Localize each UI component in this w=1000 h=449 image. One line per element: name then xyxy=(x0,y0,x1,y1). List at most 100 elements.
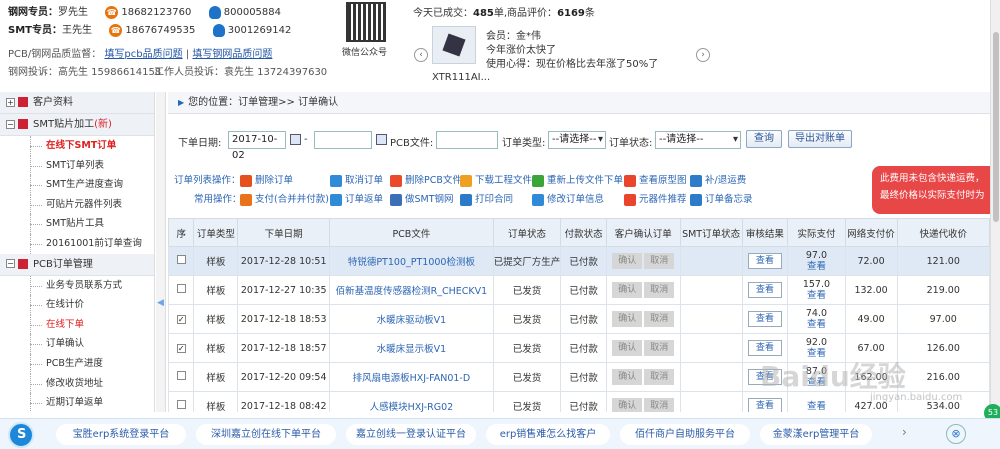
quality-link-stencil[interactable]: 填写钢网品质问题 xyxy=(192,49,272,60)
pay-merge-button[interactable]: 支付(合并并付款) xyxy=(240,191,329,206)
pcb-file-link[interactable]: 水暖床驱动板V1 xyxy=(377,315,447,326)
table-row[interactable]: 样板 2017-12-28 10:51 特锐德PT100_PT1000检测板 已提交厂… xyxy=(168,246,990,276)
sidebar-group-smt[interactable]: − SMT贴片加工(新) xyxy=(0,114,154,136)
cancel-button[interactable]: 取消 xyxy=(644,398,675,412)
pcb-file-cell[interactable]: 水暖床显示板V1 xyxy=(329,333,494,363)
date-to-input[interactable] xyxy=(314,131,372,149)
download-engineering-button[interactable]: 下载工程文件 xyxy=(460,172,532,187)
checkbox[interactable]: ✓ xyxy=(176,343,186,353)
freight-refund-button[interactable]: 补/退运费 xyxy=(690,172,746,187)
view-pay-link[interactable]: 查看 xyxy=(789,319,844,330)
sidebar-item-smt-order-list[interactable]: SMT订单列表 xyxy=(0,155,154,176)
sidebar-item-smt-progress[interactable]: SMT生产进度查询 xyxy=(0,175,154,195)
pcb-file-link[interactable]: 佰新基温度传感器检测R_CHECKV1 xyxy=(336,286,488,297)
delete-order-button[interactable]: 删除订单 xyxy=(240,172,293,187)
order-memo-button[interactable]: 订单备忘录 xyxy=(690,191,753,206)
calendar-icon[interactable] xyxy=(290,134,301,145)
sidebar-item-smt-tools[interactable]: SMT贴片工具 xyxy=(0,214,154,234)
collapse-arrow-icon[interactable]: ◀ xyxy=(157,298,164,308)
cancel-button[interactable]: 取消 xyxy=(644,311,675,327)
date-from-input[interactable]: 2017-10-02 xyxy=(228,131,286,161)
checkbox[interactable] xyxy=(176,400,186,409)
chevron-right-icon[interactable]: › xyxy=(902,425,907,439)
bottom-link-4[interactable]: erp销售难怎么找客户 xyxy=(486,424,610,445)
next-arrow-icon[interactable]: › xyxy=(696,48,710,62)
page-scrollbar[interactable] xyxy=(990,0,1000,420)
confirm-button[interactable]: 确认 xyxy=(612,398,643,412)
collapse-icon[interactable]: − xyxy=(6,259,15,269)
confirm-button[interactable]: 确认 xyxy=(612,311,643,327)
view-pay-link[interactable]: 查看 xyxy=(789,261,844,272)
view-prototype-button[interactable]: 查看原型图 xyxy=(624,172,687,187)
calendar-icon[interactable] xyxy=(376,134,387,145)
pcb-file-link[interactable]: 特锐德PT100_PT1000检测板 xyxy=(348,257,475,268)
row-checkbox[interactable] xyxy=(168,391,195,412)
checkbox[interactable] xyxy=(176,371,186,380)
sidebar-item-quote[interactable]: 在线计价 xyxy=(0,295,154,315)
pcb-file-cell[interactable]: 排风扇电源板HXJ-FAN01-D xyxy=(329,362,494,392)
pcb-file-input[interactable] xyxy=(436,131,498,149)
cancel-button[interactable]: 取消 xyxy=(644,253,675,269)
bottom-link-6[interactable]: 金蒙漾erp管理平台 xyxy=(760,424,872,445)
make-smt-stencil-button[interactable]: 做SMT钢网 xyxy=(390,191,454,206)
sidebar-item-old-orders[interactable]: 20161001前订单查询 xyxy=(0,233,154,254)
row-checkbox[interactable]: ✓ xyxy=(168,304,195,334)
cancel-order-button[interactable]: 取消订单 xyxy=(330,172,383,187)
sidebar-item-components[interactable]: 可贴片元器件列表 xyxy=(0,194,154,215)
view-button[interactable]: 查看 xyxy=(747,282,782,298)
expand-icon[interactable]: + xyxy=(6,97,15,107)
close-icon[interactable]: ⊗ xyxy=(946,424,966,444)
collapse-icon[interactable]: − xyxy=(6,119,15,129)
pcb-file-link[interactable]: 人感模块HXJ-RG02 xyxy=(370,402,454,412)
order-type-select[interactable]: --请选择-- xyxy=(548,131,606,149)
delete-pcb-file-button[interactable]: 删除PCB文件 xyxy=(390,172,462,187)
checkbox[interactable] xyxy=(176,284,186,293)
view-pay-link[interactable]: 查看 xyxy=(789,290,844,301)
reorder-button[interactable]: 订单返单 xyxy=(330,191,383,206)
query-button[interactable]: 查询 xyxy=(746,130,782,148)
pcb-file-link[interactable]: 水暖床显示板V1 xyxy=(377,344,447,355)
view-button[interactable]: 查看 xyxy=(747,311,782,327)
checkbox[interactable]: ✓ xyxy=(176,314,186,324)
checkbox[interactable] xyxy=(176,255,186,264)
cancel-button[interactable]: 取消 xyxy=(644,282,675,298)
sidebar-item-reorder[interactable]: 近期订单返单 xyxy=(0,393,154,412)
confirm-button[interactable]: 确认 xyxy=(612,253,643,269)
row-checkbox[interactable] xyxy=(168,246,195,276)
cancel-button[interactable]: 取消 xyxy=(644,369,675,385)
print-contract-button[interactable]: 打印合同 xyxy=(460,191,513,206)
table-row[interactable]: ✓ 样板 2017-12-18 18:53 水暖床驱动板V1 已发货 已付款 确认 取消 查看 7… xyxy=(168,304,990,334)
prev-arrow-icon[interactable]: ‹ xyxy=(414,48,428,62)
cancel-button[interactable]: 取消 xyxy=(644,340,675,356)
product-thumbnail[interactable] xyxy=(432,26,476,64)
table-row[interactable]: 样板 2017-12-27 10:35 佰新基温度传感器检测R_CHECKV1 已发货… xyxy=(168,275,990,305)
pcb-file-cell[interactable]: 佰新基温度传感器检测R_CHECKV1 xyxy=(329,275,494,305)
bottom-link-2[interactable]: 深圳嘉立创在线下单平台 xyxy=(196,424,336,445)
pcb-file-link[interactable]: 排风扇电源板HXJ-FAN01-D xyxy=(353,373,471,384)
quality-link-pcb[interactable]: 填写pcb品质问题 xyxy=(104,49,182,60)
row-checkbox[interactable] xyxy=(168,275,195,305)
sidebar-item-address[interactable]: 修改收货地址 xyxy=(0,373,154,394)
confirm-button[interactable]: 确认 xyxy=(612,340,643,356)
view-button[interactable]: 查看 xyxy=(747,253,782,269)
row-checkbox[interactable]: ✓ xyxy=(168,333,195,363)
sidebar-toggle[interactable]: ◀ xyxy=(156,92,166,412)
sidebar-item-order-confirm[interactable]: 订单确认 xyxy=(0,334,154,354)
confirm-button[interactable]: 确认 xyxy=(612,369,643,385)
view-pay-link[interactable]: 查看 xyxy=(789,401,844,412)
edit-order-info-button[interactable]: 修改订单信息 xyxy=(532,191,604,206)
view-button[interactable]: 查看 xyxy=(747,340,782,356)
sidebar-item-pcb-progress[interactable]: PCB生产进度 xyxy=(0,353,154,374)
component-recommend-button[interactable]: 元器件推荐 xyxy=(624,191,687,206)
sidebar-item-place-order[interactable]: 在线下单 xyxy=(0,314,154,335)
confirm-button[interactable]: 确认 xyxy=(612,282,643,298)
sidebar-item-online-smt-order[interactable]: 在线下SMT订单 xyxy=(0,136,154,156)
row-checkbox[interactable] xyxy=(168,362,195,392)
pcb-file-cell[interactable]: 特锐德PT100_PT1000检测板 xyxy=(329,246,494,276)
scrollbar-thumb[interactable] xyxy=(993,32,999,222)
sidebar-group-pcb[interactable]: − PCB订单管理 xyxy=(0,253,154,276)
pcb-file-cell[interactable]: 人感模块HXJ-RG02 xyxy=(329,391,494,412)
export-statement-button[interactable]: 导出对账单 xyxy=(788,130,852,148)
pcb-file-cell[interactable]: 水暖床驱动板V1 xyxy=(329,304,494,334)
bottom-link-1[interactable]: 宝胜erp系统登录平台 xyxy=(56,424,186,445)
